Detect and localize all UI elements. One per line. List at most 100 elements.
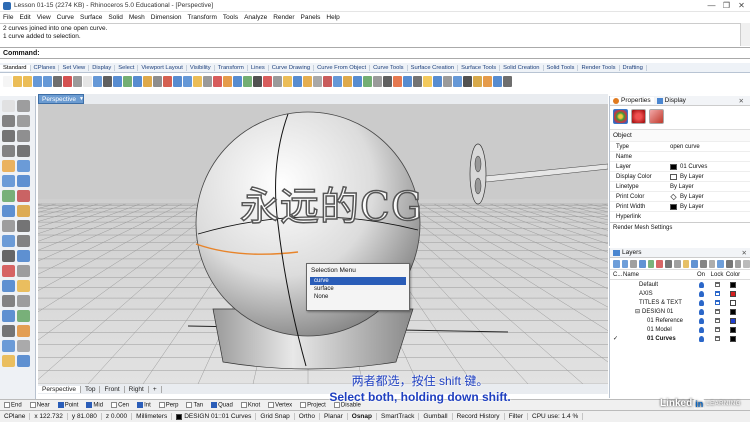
toolbar-tool-icon[interactable]: [303, 75, 312, 87]
layer-color-swatch[interactable]: [725, 317, 741, 324]
menu-file[interactable]: File: [3, 14, 13, 21]
toolbar-tool-icon[interactable]: [153, 75, 162, 87]
toolbar-tool-icon[interactable]: [123, 75, 132, 87]
status-planar[interactable]: Planar: [320, 413, 348, 420]
layer-tool-icon[interactable]: [665, 259, 672, 268]
side-tool-icon[interactable]: [17, 100, 30, 112]
layer-tool-icon[interactable]: [743, 259, 750, 268]
osnap-option-int[interactable]: Int: [137, 401, 151, 408]
layer-tool-icon[interactable]: [647, 259, 655, 268]
status-ortho[interactable]: Ortho: [295, 413, 320, 420]
side-tool-icon[interactable]: [2, 325, 15, 337]
side-tool-icon[interactable]: [2, 340, 15, 352]
status-smarttrack[interactable]: SmartTrack: [377, 413, 420, 420]
toolbar-tool-icon[interactable]: [283, 75, 292, 87]
side-tool-icon[interactable]: [17, 235, 30, 247]
toolbar-tool-icon[interactable]: [323, 75, 332, 87]
toolbar-tab[interactable]: Curve Tools: [370, 64, 408, 71]
layer-on-toggle[interactable]: [693, 326, 709, 333]
decal-icon[interactable]: [649, 109, 664, 124]
property-row[interactable]: Print Color By Layer: [610, 191, 750, 201]
toolbar-tool-icon[interactable]: [93, 75, 102, 87]
layer-tool-icon[interactable]: [613, 259, 620, 268]
status-filter[interactable]: Filter: [505, 413, 529, 420]
toolbar-tab[interactable]: Surface Creation: [408, 64, 459, 71]
toolbar-tool-icon[interactable]: [33, 75, 42, 87]
layer-on-toggle[interactable]: [693, 317, 709, 324]
side-tool-icon[interactable]: [17, 115, 30, 127]
toolbar-tab[interactable]: Solid Creation: [500, 64, 544, 71]
close-button[interactable]: ✕: [735, 0, 748, 11]
toolbar-tool-icon[interactable]: [483, 75, 492, 87]
layer-lock-toggle[interactable]: [709, 291, 725, 296]
toolbar-tool-icon[interactable]: [293, 75, 302, 87]
toolbar-tool-icon[interactable]: [103, 75, 112, 87]
property-row[interactable]: Display Color By Layer: [610, 171, 750, 181]
layer-lock-toggle[interactable]: [709, 282, 725, 287]
side-tool-icon[interactable]: [2, 175, 15, 187]
layer-color-swatch[interactable]: [725, 299, 741, 306]
toolbar-tool-icon[interactable]: [43, 75, 52, 87]
side-tool-icon[interactable]: [2, 265, 15, 277]
layer-tool-icon[interactable]: [673, 259, 681, 268]
layer-color-swatch[interactable]: [725, 335, 741, 342]
property-row[interactable]: Name: [610, 151, 750, 161]
side-tool-icon[interactable]: [2, 100, 15, 112]
toolbar-tab[interactable]: Set View: [59, 64, 90, 71]
toolbar-tool-icon[interactable]: [333, 75, 342, 87]
toolbar-tool-icon[interactable]: [203, 75, 212, 87]
toolbar-tool-icon[interactable]: [163, 75, 172, 87]
toolbar-tool-icon[interactable]: [463, 75, 472, 87]
osnap-option-quad[interactable]: Quad: [211, 401, 233, 408]
property-value[interactable]: 01 Curves: [670, 163, 750, 170]
status-cplane[interactable]: CPlane: [0, 413, 31, 420]
toolbar-tool-icon[interactable]: [413, 75, 422, 87]
selection-item-none[interactable]: None: [307, 293, 409, 301]
layer-tool-icon[interactable]: [682, 259, 690, 268]
side-tool-icon[interactable]: [2, 235, 15, 247]
toolbar-tab[interactable]: CPlanes: [31, 64, 60, 71]
property-value[interactable]: By Layer: [670, 173, 750, 180]
toolbar-tab[interactable]: Standard: [0, 64, 31, 71]
side-tool-icon[interactable]: [2, 280, 15, 292]
checkbox[interactable]: [137, 401, 144, 408]
toolbar-tool-icon[interactable]: [143, 75, 152, 87]
toolbar-tool-icon[interactable]: [443, 75, 452, 87]
toolbar-tool-icon[interactable]: [423, 75, 432, 87]
side-tool-icon[interactable]: [17, 205, 30, 217]
viewport-canvas[interactable]: [38, 104, 608, 384]
toolbar-tool-icon[interactable]: [193, 75, 202, 87]
menu-transform[interactable]: Transform: [188, 14, 217, 21]
toolbar-tool-icon[interactable]: [243, 75, 252, 87]
toolbar-tool-icon[interactable]: [343, 75, 352, 87]
toolbar-tool-icon[interactable]: [363, 75, 372, 87]
layer-on-toggle[interactable]: [693, 335, 709, 342]
toolbar-tab[interactable]: Display: [89, 64, 116, 71]
toolbar-tool-icon[interactable]: [83, 75, 92, 87]
toolbar-tool-icon[interactable]: [493, 75, 502, 87]
layer-expand-icon[interactable]: ⊟: [635, 309, 640, 315]
layer-tool-icon[interactable]: [734, 259, 742, 268]
side-tool-icon[interactable]: [2, 250, 15, 262]
add-viewport-tab-button[interactable]: +: [149, 385, 162, 393]
status-grid-snap[interactable]: Grid Snap: [256, 413, 295, 420]
osnap-option-end[interactable]: End: [4, 401, 22, 408]
toolbar-tool-icon[interactable]: [473, 75, 482, 87]
property-row[interactable]: Linetype By Layer: [610, 181, 750, 191]
toolbar-tab[interactable]: Select: [115, 64, 139, 71]
side-tool-icon[interactable]: [17, 160, 30, 172]
layer-tool-icon[interactable]: [708, 259, 716, 268]
menu-edit[interactable]: Edit: [19, 14, 30, 21]
tab-display[interactable]: Display: [654, 97, 689, 104]
toolbar-tool-icon[interactable]: [263, 75, 272, 87]
layers-header-color[interactable]: Color: [725, 272, 741, 278]
toolbar-tab[interactable]: Curve From Object: [314, 64, 371, 71]
side-tool-icon[interactable]: [17, 130, 30, 142]
toolbar-tool-icon[interactable]: [63, 75, 72, 87]
menu-curve[interactable]: Curve: [57, 14, 74, 21]
toolbar-tool-icon[interactable]: [13, 75, 22, 87]
toolbar-tab[interactable]: Visibility: [187, 64, 215, 71]
layers-header-lock[interactable]: Lock: [709, 272, 725, 278]
viewport-title[interactable]: Perspective ▼: [38, 94, 84, 104]
side-tool-icon[interactable]: [2, 295, 15, 307]
